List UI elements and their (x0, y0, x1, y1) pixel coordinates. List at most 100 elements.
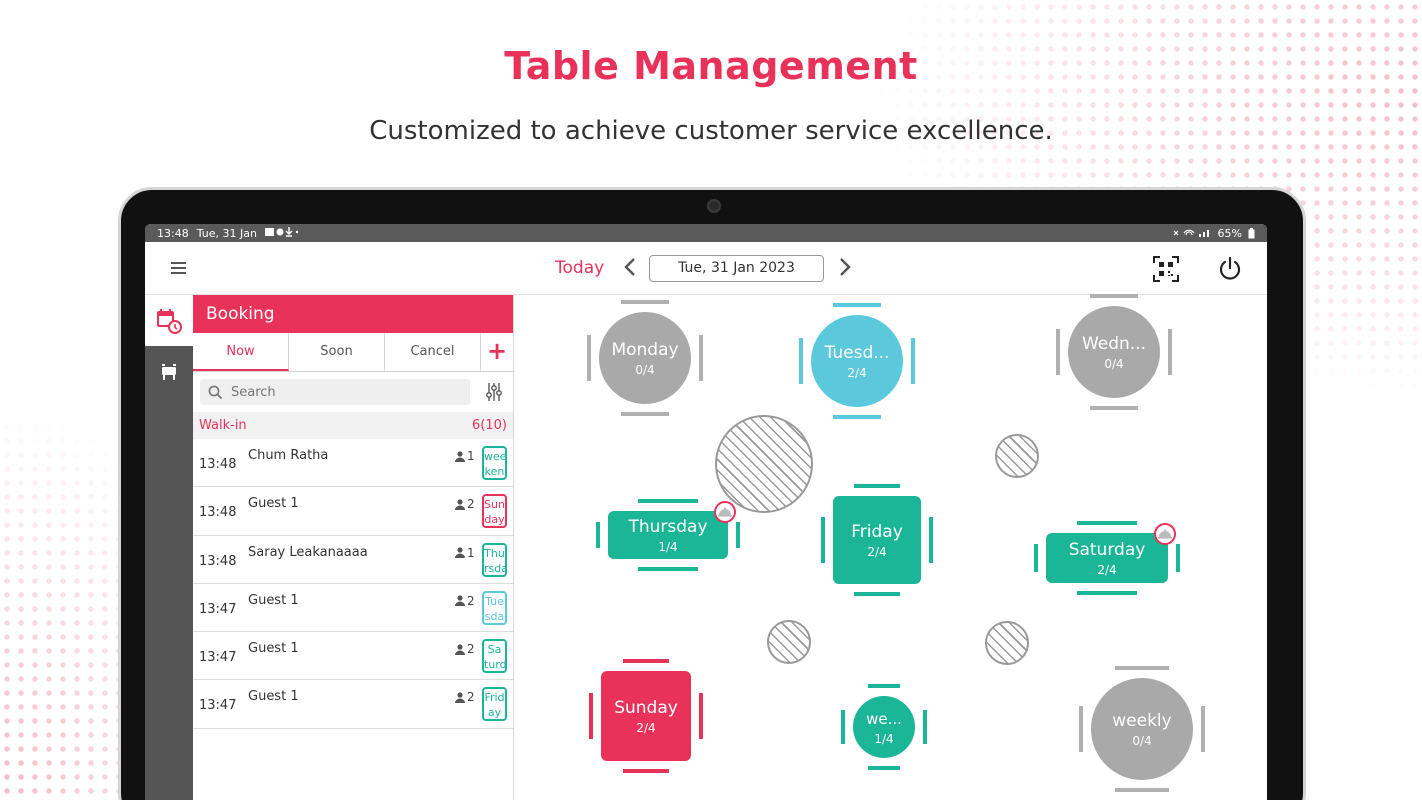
table-tag: Tue sda (482, 590, 507, 625)
booking-tabs: Now Soon Cancel + (193, 333, 513, 372)
table-name: Sunday (614, 698, 678, 718)
search-icon (208, 385, 223, 399)
guest-count: 1 (455, 449, 475, 463)
table-wednesday[interactable]: Wedn... 0/4 (1068, 306, 1160, 398)
add-booking-button[interactable]: + (481, 333, 513, 371)
rail-item-floor[interactable] (145, 346, 193, 397)
tab-cancel[interactable]: Cancel (385, 333, 481, 371)
guest-count: 2 (455, 690, 475, 704)
seat (911, 338, 915, 384)
seat (699, 335, 703, 381)
seat (1115, 666, 1169, 670)
chevron-right-icon[interactable] (833, 256, 855, 278)
guest-count-value: 1 (467, 545, 475, 560)
guest-name: Guest 1 (248, 641, 299, 657)
status-right: 65% (1172, 227, 1255, 240)
person-icon (455, 547, 465, 559)
top-bar: Today Tue, 31 Jan 2023 (145, 242, 1267, 295)
person-icon (455, 692, 465, 703)
qr-scan-icon[interactable] (1153, 256, 1179, 282)
seat (587, 335, 591, 381)
table-name: weekly (1112, 711, 1172, 731)
decorative-table (715, 415, 813, 513)
table-occupancy: 0/4 (1132, 734, 1152, 748)
walkin-section-header: Walk-in 6(10) (193, 412, 513, 439)
seat (799, 338, 803, 384)
seat (621, 300, 669, 304)
status-date: Tue, 31 Jan (196, 226, 257, 240)
table-occupancy: 2/4 (847, 366, 867, 380)
chevron-left-icon[interactable] (620, 256, 642, 278)
filter-sliders-icon[interactable] (485, 382, 503, 402)
search-row (193, 372, 513, 412)
seat (929, 517, 933, 563)
seat (622, 659, 670, 663)
hamburger-icon[interactable] (171, 262, 186, 274)
seat (867, 684, 901, 688)
table-occupancy: 0/4 (1104, 357, 1124, 371)
table-tuesday[interactable]: Tuesd... 2/4 (811, 315, 903, 407)
app-body: Booking Now Soon Cancel + Search Walk-in… (145, 294, 1267, 800)
battery-level: 65% (1217, 226, 1242, 240)
tab-now[interactable]: Now (193, 333, 289, 371)
power-icon[interactable] (1217, 256, 1243, 282)
date-picker[interactable]: Tue, 31 Jan 2023 (649, 255, 824, 282)
seat (596, 521, 600, 549)
seat (1090, 406, 1138, 410)
table-weekly[interactable]: weekly 0/4 (1091, 678, 1193, 780)
seat (1079, 706, 1083, 752)
seat (1201, 706, 1205, 752)
seat (841, 709, 845, 745)
guest-count: 2 (455, 594, 475, 608)
seat (699, 693, 703, 739)
decorative-table (767, 620, 811, 664)
booking-row[interactable]: 13:47 Guest 1 2 Tue sda (193, 584, 513, 633)
search-box (200, 379, 470, 405)
guest-name: Chum Ratha (248, 448, 329, 463)
guest-count-value: 2 (467, 593, 475, 608)
seat (854, 484, 900, 488)
seat (736, 521, 740, 549)
table-sunday[interactable]: Sunday 2/4 (601, 671, 691, 761)
booking-row[interactable]: 13:47 Guest 1 2 Sa turd (193, 632, 513, 681)
rail-item-booking[interactable] (145, 295, 193, 346)
booking-row[interactable]: 13:48 Saray Leakanaaaa 1 Thu rsda (193, 536, 513, 584)
person-icon (455, 644, 465, 655)
seat (1077, 521, 1137, 525)
table-we[interactable]: we... 1/4 (853, 696, 915, 758)
walkin-count: 6(10) (472, 418, 507, 433)
signal-icons (1173, 229, 1209, 237)
seat (833, 415, 881, 419)
guest-count-value: 2 (467, 497, 475, 512)
seat (1115, 788, 1169, 792)
booking-list: 13:48 Chum Ratha 1 wee ken 13:48 Guest 1… (193, 439, 513, 729)
booking-row[interactable]: 13:48 Chum Ratha 1 wee ken (193, 439, 513, 488)
table-name: Wedn... (1081, 334, 1147, 354)
booking-panel: Booking Now Soon Cancel + Search Walk-in… (193, 295, 514, 800)
table-saturday[interactable]: Saturday 2/4 (1046, 533, 1168, 583)
booking-time: 13:48 (199, 505, 237, 521)
table-occupancy: 2/4 (636, 721, 656, 735)
table-tag: Thu rsda (482, 542, 507, 577)
cloche-icon (1154, 523, 1176, 545)
guest-count: 1 (455, 546, 475, 560)
table-monday[interactable]: Monday 0/4 (599, 312, 691, 404)
table-friday[interactable]: Friday 2/4 (833, 496, 921, 584)
seat (833, 303, 881, 307)
guest-count-value: 2 (467, 690, 475, 705)
booking-time: 13:47 (199, 650, 237, 666)
table-occupancy: 2/4 (867, 545, 887, 559)
tab-soon[interactable]: Soon (289, 333, 385, 371)
search-input[interactable] (231, 384, 461, 400)
decorative-table (985, 621, 1029, 665)
booking-row[interactable]: 13:47 Guest 1 2 Frid ay (193, 680, 513, 729)
table-thursday[interactable]: Thursday 1/4 (608, 511, 728, 559)
booking-row[interactable]: 13:48 Guest 1 2 Sun day (193, 487, 513, 536)
today-button[interactable]: Today (555, 258, 604, 278)
seat (867, 766, 901, 770)
seat (1034, 544, 1038, 572)
decorative-table (995, 434, 1039, 478)
camera-icon (707, 199, 721, 213)
table-tag: wee ken (482, 446, 507, 480)
seat (1077, 591, 1137, 595)
